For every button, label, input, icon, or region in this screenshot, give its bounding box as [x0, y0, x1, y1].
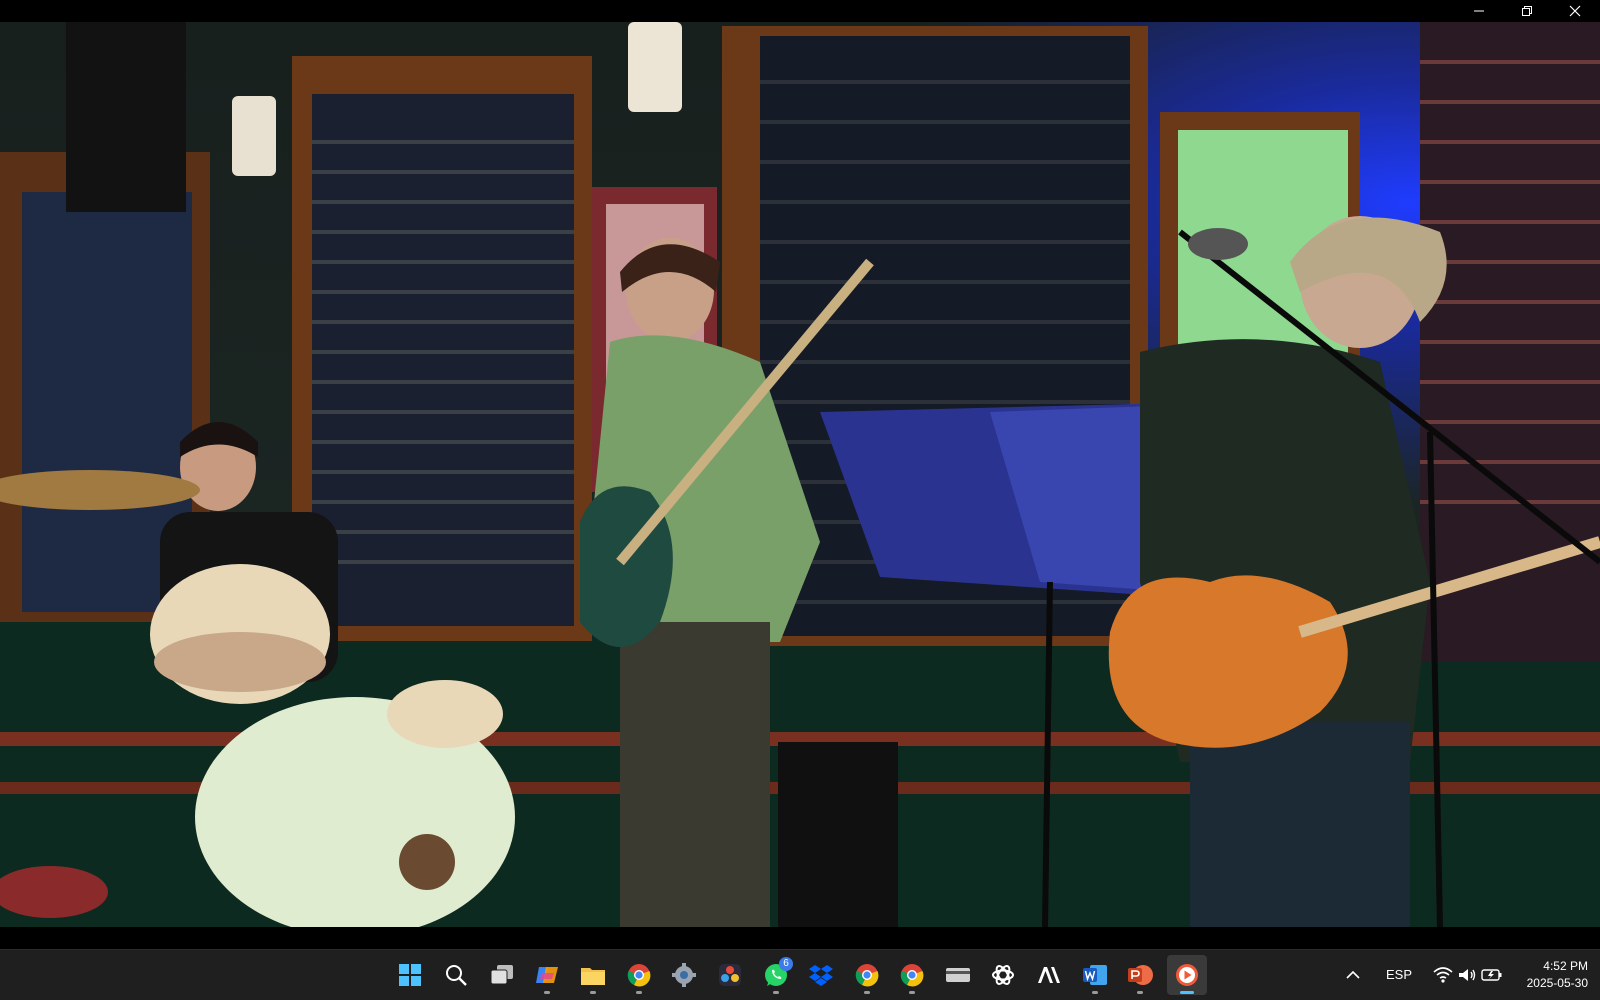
letterbox-bottom — [0, 927, 1600, 949]
card-reader-button[interactable] — [938, 955, 978, 995]
copilot-button[interactable] — [527, 955, 567, 995]
running-indicator — [773, 991, 779, 994]
windows-logo-icon — [399, 964, 421, 986]
anthropic-button[interactable] — [1029, 955, 1069, 995]
clock-date: 2025-05-30 — [1526, 976, 1588, 990]
restore-icon — [1522, 6, 1532, 16]
restore-button[interactable] — [1504, 0, 1550, 22]
folder-icon — [581, 968, 605, 985]
anthropic-icon — [1038, 967, 1060, 983]
file-explorer-button[interactable] — [573, 955, 613, 995]
battery-charging-icon — [1481, 969, 1502, 981]
running-indicator — [864, 991, 870, 994]
copilot-icon — [536, 967, 558, 983]
dropbox-button[interactable] — [801, 955, 841, 995]
word-icon — [1083, 965, 1107, 985]
settings-button[interactable] — [664, 955, 704, 995]
running-indicator — [1092, 991, 1098, 994]
minimize-button[interactable] — [1456, 0, 1502, 22]
wifi-icon — [1433, 967, 1453, 983]
band-scene-image — [0, 22, 1600, 927]
chrome-button-3[interactable] — [892, 955, 932, 995]
chrome-button-2[interactable] — [847, 955, 887, 995]
running-indicator — [1180, 991, 1194, 994]
media-player-button[interactable] — [1167, 955, 1207, 995]
running-indicator — [1137, 991, 1143, 994]
dropbox-icon — [809, 965, 833, 986]
chatgpt-button[interactable] — [983, 955, 1023, 995]
show-hidden-icons-button[interactable] — [1340, 955, 1366, 995]
input-language-indicator[interactable]: ESP — [1386, 967, 1412, 982]
chrome-icon — [900, 964, 924, 987]
chrome-icon — [627, 964, 651, 987]
resolve-icon — [719, 964, 741, 986]
clock-time: 4:52 PM — [1543, 959, 1588, 973]
chatgpt-icon — [992, 965, 1014, 985]
running-indicator — [544, 991, 550, 994]
window-titlebar — [0, 0, 1600, 22]
clock[interactable]: 4:52 PM 2025-05-30 — [1527, 958, 1588, 992]
start-button[interactable] — [390, 955, 430, 995]
video-frame[interactable] — [0, 22, 1600, 927]
search-icon — [446, 965, 467, 986]
quick-settings-button[interactable] — [1425, 955, 1511, 995]
search-button[interactable] — [436, 955, 476, 995]
chrome-button-1[interactable] — [619, 955, 659, 995]
chevron-up-icon — [1346, 970, 1360, 979]
word-button[interactable] — [1075, 955, 1115, 995]
davinci-resolve-button[interactable] — [710, 955, 750, 995]
powerpoint-button[interactable] — [1120, 955, 1160, 995]
task-view-button[interactable] — [482, 955, 522, 995]
powerpoint-icon — [1128, 965, 1153, 985]
whatsapp-button[interactable]: 6 — [756, 955, 796, 995]
task-view-icon — [490, 965, 513, 985]
play-icon — [1176, 964, 1198, 986]
gear-icon — [672, 963, 696, 987]
volume-icon — [1459, 969, 1476, 981]
minimize-icon — [1474, 10, 1484, 12]
taskbar: 6 ESP 4:52 PM 2025-05-30 — [0, 949, 1600, 1000]
running-indicator — [636, 991, 642, 994]
running-indicator — [590, 991, 596, 994]
card-icon — [946, 968, 970, 982]
running-indicator — [909, 991, 915, 994]
close-button[interactable] — [1552, 0, 1598, 22]
notification-badge: 6 — [779, 957, 793, 971]
chrome-icon — [855, 964, 879, 987]
close-icon — [1569, 5, 1581, 17]
